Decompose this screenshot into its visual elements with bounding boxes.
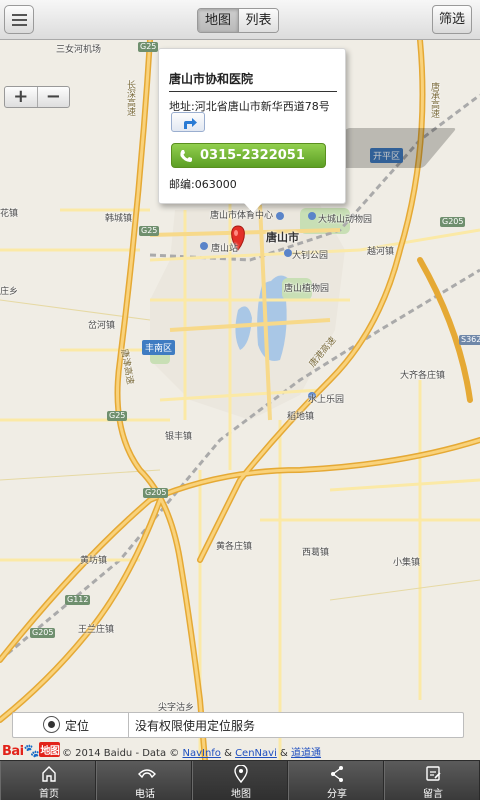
menu-icon-line xyxy=(12,19,27,21)
cennavi-link[interactable]: CenNavi xyxy=(235,748,277,759)
label-yuehe: 越河镇 xyxy=(367,247,395,257)
call-button[interactable]: 0315-2322051 xyxy=(171,143,326,168)
menu-icon-line xyxy=(12,24,27,26)
view-toggle: 地图 列表 xyxy=(197,8,279,33)
zoom-in-button[interactable]: + xyxy=(5,87,37,107)
label-dachengshan: 大城山动物园 xyxy=(318,215,373,225)
tab-list[interactable]: 列表 xyxy=(238,9,278,32)
tab-map[interactable]: 地图 xyxy=(198,9,238,32)
shield-g25-low: G25 xyxy=(107,411,128,421)
home-icon xyxy=(42,766,56,782)
label-huazhen: 花镇 xyxy=(0,209,19,219)
message-icon xyxy=(426,766,441,781)
attribution-text: © 2014 Baidu - Data © NavInfo & CenNavi … xyxy=(62,748,322,759)
label-chaojian: 岔河镇 xyxy=(88,321,116,331)
shield-s362: S362 xyxy=(459,335,480,345)
share-icon xyxy=(331,766,343,782)
shield-g205-3: G205 xyxy=(440,217,466,227)
bottom-nav: 首页 电话 地图 分享 留言 xyxy=(0,760,480,800)
popup-divider xyxy=(169,91,337,92)
nav-message-label: 留言 xyxy=(423,789,443,800)
label-wanglanzhuang: 王兰庄镇 xyxy=(78,625,115,635)
baidu-logo: Bai🐾地图 xyxy=(2,742,61,759)
nav-home-label: 首页 xyxy=(39,789,59,800)
label-xiaoji: 小集镇 xyxy=(393,558,421,568)
locate-button[interactable]: 定位 xyxy=(13,713,129,737)
app-screen: 地图 列表 筛选 三女河机场 韩城镇 唐山市体育中心 唐山市 唐山站 大城山动物… xyxy=(0,0,480,800)
locate-message: 没有权限使用定位服务 xyxy=(135,719,256,733)
label-daodi: 稻地镇 xyxy=(287,412,315,422)
nav-share-label: 分享 xyxy=(327,789,347,800)
zoom-control: + − xyxy=(4,86,70,108)
directions-icon xyxy=(184,118,197,129)
nav-home[interactable]: 首页 xyxy=(0,761,96,800)
label-zhuangxiang: 庄乡 xyxy=(0,287,19,297)
nav-phone-label: 电话 xyxy=(135,789,155,800)
daodaotong-link[interactable]: 道道通 xyxy=(291,748,321,759)
zoom-out-button[interactable]: − xyxy=(36,87,70,107)
popup-title: 唐山市协和医院 xyxy=(169,72,254,86)
locate-icon xyxy=(43,716,60,733)
shield-g25-top: G25 xyxy=(138,42,159,52)
popup-pointer xyxy=(244,203,262,213)
label-shuishang: 水上乐园 xyxy=(308,395,345,405)
call-button-label: 0315-2322051 xyxy=(200,148,305,163)
label-fengnan: 丰南区 xyxy=(142,340,176,355)
label-xige: 西葛镇 xyxy=(302,548,330,558)
nav-share[interactable]: 分享 xyxy=(288,761,384,800)
label-huangfang: 黄坊镇 xyxy=(80,556,108,566)
phone-icon xyxy=(180,150,192,162)
nav-map-label: 地图 xyxy=(231,789,251,800)
label-tangshan-station: 唐山站 xyxy=(211,244,239,254)
info-popup: 唐山市协和医院 地址:河北省唐山市新华西道78号 0315-2322051 邮编… xyxy=(158,48,346,204)
map-attribution: Bai🐾地图 © 2014 Baidu - Data © NavInfo & C… xyxy=(0,740,480,760)
label-yinfeng: 银丰镇 xyxy=(165,432,193,442)
locate-bar: 定位 没有权限使用定位服务 xyxy=(12,712,464,738)
nav-message[interactable]: 留言 xyxy=(384,761,480,800)
label-dazhao: 大钊公园 xyxy=(292,251,329,261)
navinfo-link[interactable]: NavInfo xyxy=(182,748,220,759)
label-tangcheng-highway: 唐承高速 xyxy=(429,82,439,118)
label-sports: 唐山市体育中心 xyxy=(210,211,274,221)
locate-button-label: 定位 xyxy=(65,719,90,733)
nav-map[interactable]: 地图 xyxy=(192,761,288,800)
filter-button[interactable]: 筛选 xyxy=(432,5,472,34)
menu-icon xyxy=(12,14,27,16)
label-hancheng: 韩城镇 xyxy=(105,214,133,224)
shield-g205-2: G205 xyxy=(30,628,56,638)
label-changshen-highway: 长深高速 xyxy=(125,80,135,116)
shield-g205-1: G205 xyxy=(143,488,169,498)
top-bar: 地图 列表 筛选 xyxy=(0,0,480,40)
map-pin-icon xyxy=(234,765,248,783)
label-botanical: 唐山植物园 xyxy=(284,284,330,294)
nav-phone[interactable]: 电话 xyxy=(96,761,192,800)
label-huanggezhuang: 黄各庄镇 xyxy=(216,542,253,552)
menu-button[interactable] xyxy=(4,5,34,34)
shield-g112: G112 xyxy=(65,595,91,605)
phone-icon xyxy=(138,769,156,779)
label-tangshan-city: 唐山市 xyxy=(266,231,299,244)
shield-g25-mid: G25 xyxy=(139,226,160,236)
directions-button[interactable] xyxy=(171,112,205,132)
popup-zip: 邮编:063000 xyxy=(169,178,237,191)
label-airport: 三女河机场 xyxy=(56,45,102,55)
label-daqiangezhuang: 大齐各庄镇 xyxy=(400,371,446,381)
